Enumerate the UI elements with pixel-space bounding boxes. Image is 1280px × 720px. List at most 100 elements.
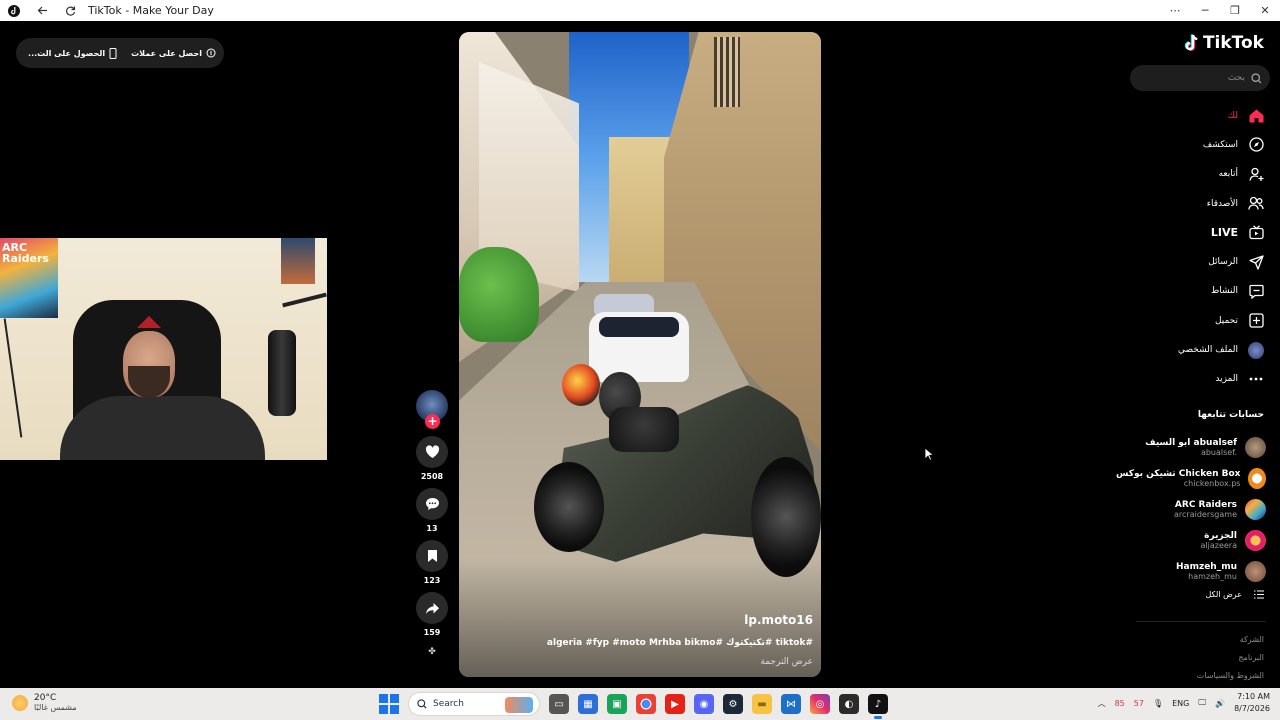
taskbar: 20°C مشمس غالبًا Search ▭ ▦ ▣ ▶ ◉ ⚙ ▬ ⋈ … [0, 688, 1280, 720]
following-item[interactable]: ابو السيف abualsef abualsef. [1116, 432, 1266, 463]
following-name: Hamzeh_mu [1175, 562, 1237, 572]
comment-button[interactable] [416, 488, 448, 520]
following-avatar [1245, 561, 1266, 582]
footer-links: الشركة البرنامج الشروط والسياسات [1197, 631, 1264, 685]
vscode-icon[interactable]: ⋈ [781, 694, 801, 714]
lamp-image [3, 318, 23, 438]
nav-following[interactable]: أتابعه [1124, 160, 1264, 189]
video-author[interactable]: lp.moto16 [744, 613, 813, 627]
microphone-icon[interactable]: 🎙 [1153, 699, 1163, 708]
bookmark-icon [427, 550, 437, 562]
nav-profile[interactable]: الملف الشخصي [1124, 335, 1264, 364]
xbox-app-icon[interactable]: ▣ [607, 694, 627, 714]
share-button[interactable] [416, 592, 448, 624]
following-item[interactable]: تشيكن بوكس Chicken Box chickenbox.ps [1116, 463, 1266, 494]
following-handle: chickenbox.ps [1183, 479, 1241, 488]
close-icon[interactable]: ✕ [1250, 0, 1280, 21]
video-actions: + 2508 13 123 159 ✤ [416, 390, 448, 662]
weather-widget[interactable]: 20°C مشمس غالبًا [12, 693, 77, 712]
nav-label: أتابعه [1218, 169, 1238, 180]
nav-messages[interactable]: الرسائل [1124, 247, 1264, 276]
top-actions-pill: احصل على عملات الحصول على الت... [16, 38, 224, 68]
following-handle: aljazeera [1200, 541, 1237, 550]
follow-plus-icon[interactable]: + [425, 414, 440, 429]
task-view-icon[interactable]: ▭ [549, 694, 569, 714]
clock-time: 7:10 AM [1237, 692, 1270, 701]
nav-label: الرسائل [1208, 257, 1238, 268]
get-app-button[interactable]: الحصول على الت... [28, 47, 117, 59]
footer-link-program[interactable]: البرنامج [1197, 649, 1264, 667]
obs-icon[interactable]: ◐ [839, 694, 859, 714]
file-explorer-icon[interactable]: ▬ [752, 694, 772, 714]
tiktok-app: احصل على عملات الحصول على الت... ARC Raid… [0, 21, 1280, 688]
get-coins-button[interactable]: احصل على عملات [131, 48, 216, 58]
nav-label: استكشف [1202, 139, 1238, 150]
get-coins-label: احصل على عملات [131, 48, 202, 58]
home-icon [1248, 108, 1264, 124]
video-player[interactable]: lp.moto16 #tiktok #تكتيكتوك #algeria #fy… [459, 32, 821, 677]
explore-icon [1248, 137, 1264, 153]
video-car-window [599, 317, 679, 337]
nav-label: LIVE [1210, 226, 1238, 240]
tiktok-taskbar-icon[interactable]: ♪ [868, 694, 888, 719]
tiktok-note-icon [1184, 34, 1198, 51]
youtube-icon[interactable]: ▶ [665, 694, 685, 714]
following-avatar [1248, 468, 1266, 489]
search-input[interactable]: بحث [1130, 65, 1270, 91]
tiktok-logo[interactable]: TikTok [1184, 33, 1264, 53]
discord-icon[interactable]: ◉ [694, 694, 714, 714]
reload-icon[interactable] [56, 0, 84, 21]
maximize-icon[interactable]: ❐ [1220, 0, 1250, 21]
language-indicator[interactable]: ENG [1172, 699, 1189, 708]
tiktok-favicon-icon [0, 0, 28, 21]
instagram-icon[interactable]: ◎ [810, 694, 830, 714]
video-caption: #tiktok #تكتيكتوك #algeria #fyp #moto Mr… [546, 638, 813, 648]
nav-live[interactable]: LIVE [1124, 218, 1264, 247]
following-name: ARC Raiders [1174, 500, 1237, 510]
clock-date: 8/7/2026 [1234, 704, 1270, 713]
minimize-icon[interactable]: ─ [1190, 0, 1220, 21]
nav-activity[interactable]: النشاط [1124, 277, 1264, 306]
steam-icon[interactable]: ⚙ [723, 694, 743, 714]
game-poster-image: ARC Raiders [0, 238, 58, 318]
footer-link-company[interactable]: الشركة [1197, 631, 1264, 649]
back-icon[interactable] [28, 0, 56, 21]
list-icon [1254, 590, 1264, 599]
clock[interactable]: 7:10 AM 8/7/2026 [1234, 691, 1270, 715]
following-item[interactable]: Hamzeh_mu hamzeh_mu [1116, 556, 1266, 587]
weather-temp: 20°C [34, 693, 57, 703]
nav-friends[interactable]: الأصدقاء [1124, 189, 1264, 218]
following-item[interactable]: الجزيرة aljazeera [1116, 525, 1266, 556]
coin-icon [206, 48, 216, 58]
share-count: 159 [423, 628, 441, 637]
nav-upload[interactable]: تحميل [1124, 306, 1264, 335]
logo-text: TikTok [1202, 33, 1264, 53]
like-button[interactable] [416, 436, 448, 468]
network-icon[interactable]: 🖵 [1198, 698, 1206, 708]
music-disc-icon[interactable]: ✤ [416, 642, 448, 662]
nav-more[interactable]: المزيد [1124, 365, 1264, 394]
creator-avatar[interactable]: + [416, 390, 448, 429]
nav-explore[interactable]: استكشف [1124, 130, 1264, 159]
see-translation-link[interactable]: عرض الترجمة [760, 657, 813, 667]
windows-start-icon[interactable] [379, 694, 399, 714]
footer-link-terms[interactable]: الشروط والسياسات [1197, 667, 1264, 685]
main-nav: لك استكشف أتابعه الأصدقاء LIVE الرسائل ا… [1124, 101, 1264, 394]
taskbar-search-label: Search [433, 699, 464, 709]
see-all-button[interactable]: عرض الكل [1205, 590, 1264, 599]
store-icon[interactable]: ▦ [578, 694, 598, 714]
taskbar-apps: Search ▭ ▦ ▣ ▶ ◉ ⚙ ▬ ⋈ ◎ ◐ ♪ [379, 692, 888, 719]
nav-for-you[interactable]: لك [1124, 101, 1264, 130]
following-item[interactable]: ARC Raiders arcraidersgame [1116, 494, 1266, 525]
tray-chevron-icon[interactable]: ︿ [1098, 698, 1106, 709]
mouse-cursor-icon [924, 447, 934, 461]
more-icon [1248, 371, 1264, 387]
menu-dots-icon[interactable]: ⋯ [1160, 0, 1190, 21]
volume-icon[interactable]: 🔊 [1215, 699, 1225, 708]
person-body-image [60, 396, 265, 460]
save-button[interactable] [416, 540, 448, 572]
sidebar-divider [1136, 621, 1266, 622]
taskbar-search[interactable]: Search [408, 692, 540, 716]
chrome-icon[interactable] [636, 694, 656, 714]
comment-icon [425, 498, 439, 510]
